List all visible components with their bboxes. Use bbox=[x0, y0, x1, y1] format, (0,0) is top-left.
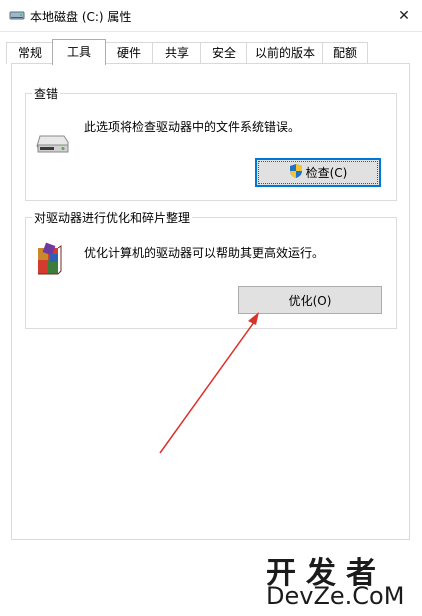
title-bar: 本地磁盘 (C:) 属性 ✕ bbox=[0, 0, 422, 32]
tab-hardware[interactable]: 硬件 bbox=[104, 42, 154, 64]
optimize-description: 优化计算机的驱动器可以帮助其更高效运行。 bbox=[84, 246, 325, 260]
tab-label: 安全 bbox=[211, 46, 236, 60]
shield-icon bbox=[289, 163, 303, 182]
watermark: 开发者 DevZe.CoM bbox=[266, 548, 416, 610]
tab-tools[interactable]: 工具 bbox=[52, 39, 106, 65]
group-title: 对驱动器进行优化和碎片整理 bbox=[32, 209, 193, 226]
check-button-label: 检查(C) bbox=[305, 166, 348, 180]
optimize-group: 对驱动器进行优化和碎片整理 优化计算机的驱动器可以帮助其更高效运行。 优化(O) bbox=[25, 209, 397, 329]
defrag-icon bbox=[36, 242, 62, 279]
tab-previous-versions[interactable]: 以前的版本 bbox=[246, 42, 324, 64]
optimize-button-label: 优化(O) bbox=[288, 293, 332, 308]
error-checking-group: 查错 此选项将检查驱动器中的文件系统错误。 检查(C) bbox=[25, 85, 397, 201]
close-icon: ✕ bbox=[398, 7, 410, 24]
drive-icon bbox=[9, 9, 25, 21]
watermark-line2: DevZe.CoM bbox=[266, 582, 405, 610]
tools-panel: 查错 此选项将检查驱动器中的文件系统错误。 检查(C) 对驱动器进行优化和碎片整… bbox=[11, 63, 410, 540]
tab-label: 常规 bbox=[17, 46, 42, 60]
tab-quota[interactable]: 配额 bbox=[322, 42, 368, 64]
check-button[interactable]: 检查(C) bbox=[255, 158, 381, 187]
hard-drive-icon bbox=[36, 130, 70, 159]
tab-label: 以前的版本 bbox=[254, 46, 315, 60]
close-button[interactable]: ✕ bbox=[386, 0, 422, 31]
tab-label: 工具 bbox=[66, 45, 91, 59]
tab-label: 共享 bbox=[164, 46, 189, 60]
tab-label: 配额 bbox=[332, 46, 357, 60]
optimize-button[interactable]: 优化(O) bbox=[238, 286, 382, 314]
tab-security[interactable]: 安全 bbox=[200, 42, 248, 64]
window-title: 本地磁盘 (C:) 属性 bbox=[30, 10, 132, 24]
tab-sharing[interactable]: 共享 bbox=[152, 42, 202, 64]
check-description: 此选项将检查驱动器中的文件系统错误。 bbox=[84, 120, 301, 134]
tab-label: 硬件 bbox=[116, 46, 141, 60]
group-title: 查错 bbox=[32, 85, 61, 102]
tab-general[interactable]: 常规 bbox=[6, 42, 54, 64]
